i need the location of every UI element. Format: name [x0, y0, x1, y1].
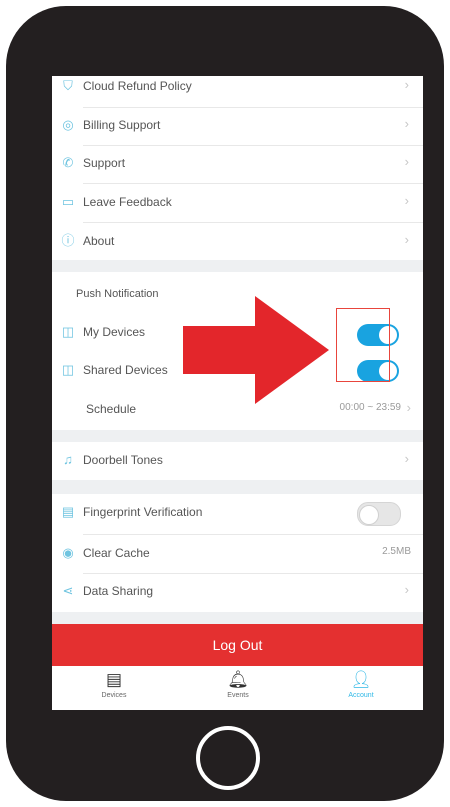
row-cloud-refund-policy[interactable]: ⛉ Cloud Refund Policy ›: [52, 76, 423, 106]
row-label: Cloud Refund Policy: [83, 79, 192, 93]
share-icon: ⋖: [62, 583, 74, 598]
logout-button[interactable]: Log Out: [52, 624, 423, 666]
row-doorbell-tones[interactable]: ♫ Doorbell Tones ›: [52, 442, 423, 480]
fingerprint-toggle[interactable]: [357, 502, 401, 526]
red-arrow: [183, 296, 329, 404]
account-icon: 👤︎: [350, 670, 372, 689]
phone-frame: ⛉ Cloud Refund Policy › ◎ Billing Suppor…: [6, 6, 444, 801]
schedule-value: 00:00 ~ 23:59: [339, 402, 401, 413]
chevron-right-icon: ›: [404, 582, 409, 597]
row-about[interactable]: ⓘ About ›: [52, 223, 423, 261]
toggle-knob: [359, 505, 379, 525]
fingerprint-icon: ▤: [61, 504, 75, 519]
tab-label: Events: [227, 692, 249, 699]
row-label: Leave Feedback: [83, 195, 172, 209]
row-label: Clear Cache: [83, 546, 150, 560]
tab-devices[interactable]: ▤ Devices: [52, 666, 176, 710]
chevron-right-icon: ›: [404, 77, 409, 92]
row-label: Data Sharing: [83, 584, 154, 598]
row-label: My Devices: [83, 325, 146, 339]
chevron-right-icon: ›: [404, 154, 409, 169]
bottom-tab-bar: ▤ Devices 🔔︎ Events 👤︎ Account: [52, 666, 423, 710]
row-label: Doorbell Tones: [83, 453, 163, 467]
row-data-sharing[interactable]: ⋖ Data Sharing ›: [52, 573, 423, 611]
row-label: About: [83, 234, 115, 248]
bell-icon: 🔔︎: [227, 670, 249, 689]
row-label: Shared Devices: [83, 363, 168, 377]
chevron-right-icon: ›: [404, 232, 409, 247]
row-label: Fingerprint Verification: [83, 505, 203, 519]
cache-icon: ◉: [62, 545, 74, 560]
coin-icon: ◎: [62, 117, 74, 132]
row-clear-cache[interactable]: ◉ Clear Cache 2.5MB: [52, 535, 423, 573]
support-group: ⛉ Cloud Refund Policy › ◎ Billing Suppor…: [52, 76, 423, 260]
tab-label: Account: [348, 692, 374, 699]
chevron-right-icon: ›: [404, 451, 409, 466]
camera-icon: ◫: [61, 324, 75, 339]
row-label: Support: [83, 156, 126, 170]
section-header: Push Notification: [76, 288, 159, 300]
shield-icon: ⛉: [63, 78, 73, 93]
row-leave-feedback[interactable]: ▭ Leave Feedback ›: [52, 184, 423, 222]
feedback-icon: ▭: [61, 194, 75, 209]
device-settings-group: ▤ Fingerprint Verification ◉ Clear Cache…: [52, 494, 423, 612]
row-label: Schedule: [86, 402, 137, 416]
shared-camera-icon: ◫: [61, 362, 75, 377]
phone-icon: ✆: [62, 155, 74, 170]
tab-events[interactable]: 🔔︎ Events: [176, 666, 300, 710]
toggle-highlight-box: [336, 308, 390, 382]
doorbell-tones-group: ♫ Doorbell Tones ›: [52, 442, 423, 480]
chevron-right-icon: ›: [406, 400, 411, 415]
tab-label: Devices: [101, 692, 127, 699]
row-billing-support[interactable]: ◎ Billing Support ›: [52, 107, 423, 145]
chevron-right-icon: ›: [404, 193, 409, 208]
cache-size: 2.5MB: [382, 546, 411, 557]
home-button[interactable]: [196, 726, 260, 790]
row-support[interactable]: ✆ Support ›: [52, 145, 423, 183]
row-label: Billing Support: [83, 118, 161, 132]
chevron-right-icon: ›: [404, 116, 409, 131]
music-note-icon: ♫: [63, 452, 73, 467]
info-icon: ⓘ: [61, 233, 75, 248]
tab-account[interactable]: 👤︎ Account: [299, 666, 423, 710]
arrow-shape: [183, 296, 329, 404]
devices-icon: ▤: [105, 670, 123, 689]
